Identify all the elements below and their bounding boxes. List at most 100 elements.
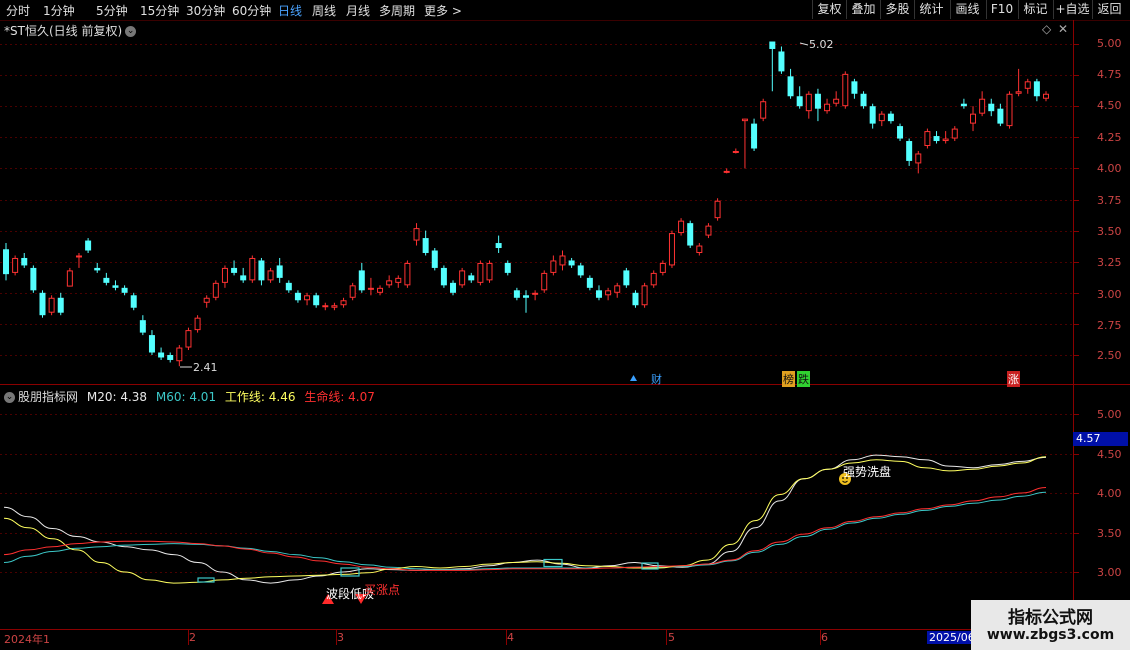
candle-body [404,262,411,286]
candle-body [623,270,630,286]
price-tick: 4.50 [1097,99,1122,112]
candle-body [842,73,849,107]
candle-body [66,270,73,287]
work-line-value: 工作线: 4.46 [224,390,296,404]
candle-body [258,260,265,281]
signal-buy-point: 买涨点 [364,583,401,597]
candle-body [313,295,320,306]
candle-body [304,295,311,301]
candle-body [988,103,995,112]
candle-body [240,275,247,281]
candle-body [212,282,219,298]
candle-body [57,297,64,313]
date-tick: 3 [337,631,344,644]
event-drop[interactable]: 跌 [797,371,810,387]
candle-body [668,233,675,266]
signal-strong-wash: 强势洗盘 [843,465,892,479]
candle-body [577,265,584,276]
candle-body [358,270,365,291]
candle-body [942,138,949,142]
event-list[interactable]: 榜 [782,371,795,387]
candle-body [997,108,1004,124]
candle-body [221,267,228,283]
candle-body [824,103,831,112]
candle-body [167,355,174,360]
life-line-value: 生命线: 4.07 [304,390,375,404]
candle-body [532,292,539,295]
candle-body [915,153,922,164]
watermark: 指标公式网 www.zbgs3.com [971,600,1130,650]
candle-body [714,200,721,219]
m20-value: M20: 4.38 [86,390,148,404]
price-tick: 4.00 [1097,162,1122,175]
candle-body [30,267,37,291]
candle-body [431,250,438,268]
low-price-label: 2.41 [193,361,218,374]
candle-body [377,287,384,293]
candle-body [504,262,511,273]
candle-body [869,106,876,124]
candle-body [3,249,9,275]
candle-body [705,225,712,236]
candle-body [550,260,557,273]
high-price-label: 5.02 [809,38,834,51]
candle-body [970,113,977,124]
price-tick: 3.75 [1097,194,1122,207]
candle-body [924,131,931,147]
candle-body [103,277,110,283]
candle-body [814,93,821,109]
indicator-tick: 3.00 [1097,566,1122,579]
candle-body [851,81,858,94]
candle-body [249,257,256,281]
candle-body [468,275,475,281]
candle-body [75,255,82,258]
indicator-tick: 4.00 [1097,487,1122,500]
candle-body [614,285,621,293]
candle-body [787,76,794,97]
candle-body [960,103,967,107]
indicator-tick: 3.50 [1097,527,1122,540]
candle-body [413,228,420,241]
candle-body [541,272,548,291]
watermark-url: www.zbgs3.com [986,627,1115,643]
candle-body [395,277,402,283]
candle-body [349,285,356,298]
candle-body [906,141,913,161]
candle-body [1033,81,1040,97]
candle-body [696,245,703,253]
date-tick: 5 [668,631,675,644]
candle-body [322,305,329,308]
candle-body [751,123,758,149]
candle-body [48,297,55,313]
candle-body [796,96,803,107]
candle-body [21,257,28,266]
candle-body [887,113,894,122]
m60-line [3,491,1047,571]
kline-chart[interactable] [0,0,1130,650]
chevron-down-icon[interactable]: ⌄ [4,392,15,403]
price-tick: 5.00 [1097,37,1122,50]
candle-body [833,98,840,104]
candle-body [659,262,666,273]
candle-body [294,292,301,301]
candle-body [933,136,940,142]
candle-body [231,267,238,273]
candle-body [523,295,529,298]
candle-body [568,260,575,266]
candle-body [732,150,739,153]
candle-body [176,347,183,362]
event-rise[interactable]: 涨 [1007,371,1020,387]
indicator-header: ⌄ 股朋指标网 M20: 4.38 M60: 4.01 工作线: 4.46 生命线… [4,388,375,405]
candle-body [477,262,484,283]
candle-body [632,292,639,306]
candle-body [495,243,502,249]
life-line [3,487,1047,571]
event-finance[interactable]: 财 [650,371,663,387]
candle-body [39,292,46,316]
price-tick: 2.75 [1097,319,1122,332]
candle-body [148,335,155,353]
candle-body [422,238,429,253]
candle-body [678,220,685,234]
indicator-tick: 4.50 [1097,448,1122,461]
indicator-name: 股朋指标网 [18,390,79,404]
